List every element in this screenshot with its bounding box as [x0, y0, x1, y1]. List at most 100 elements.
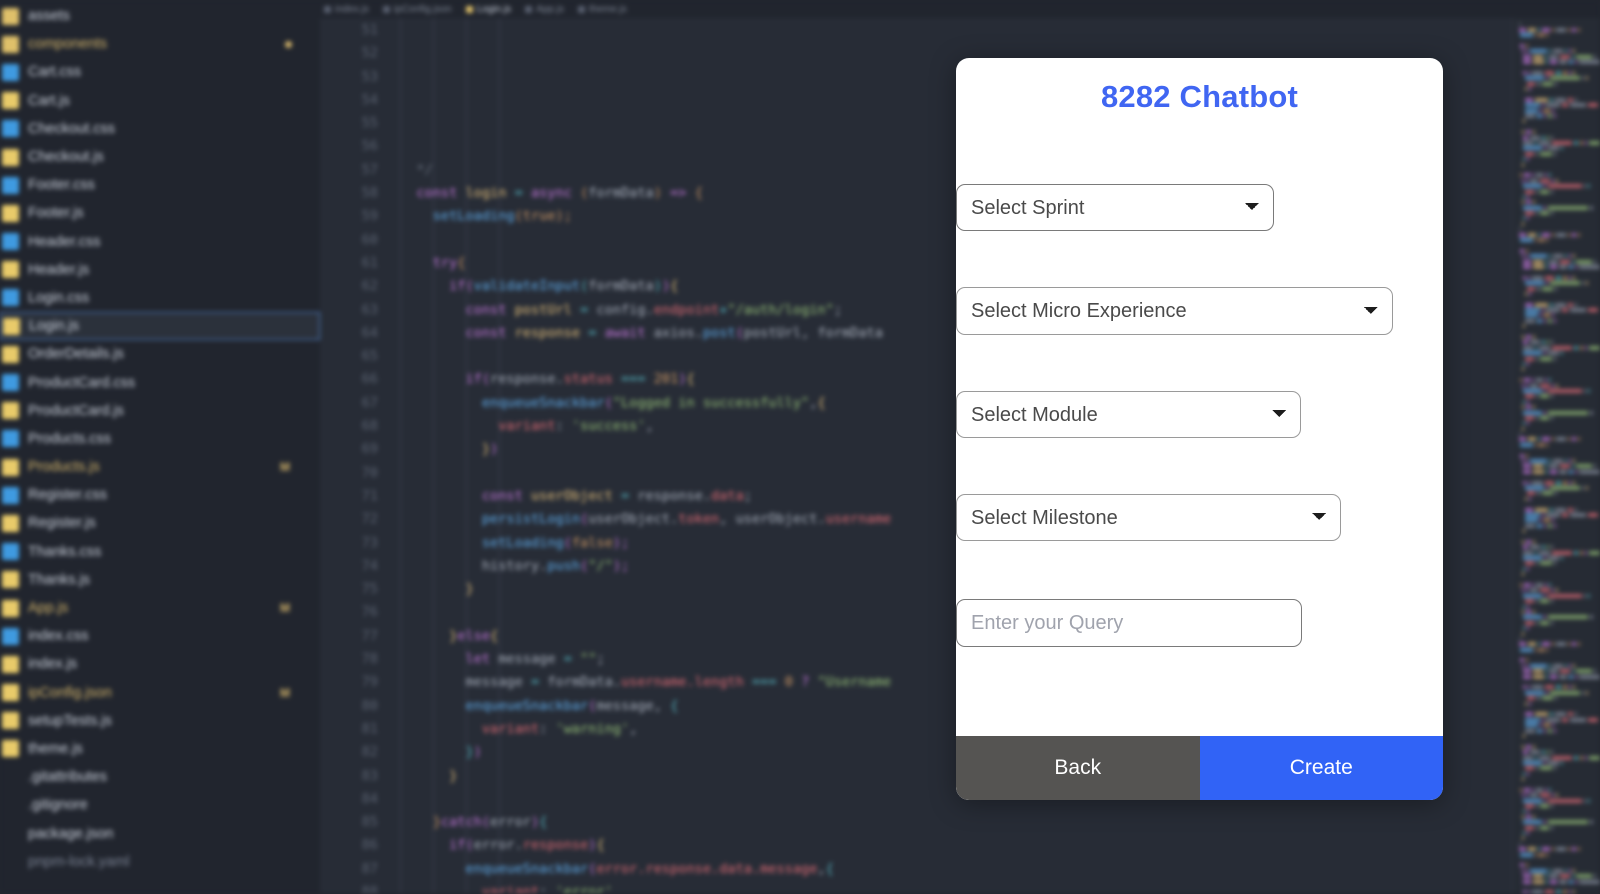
explorer-item[interactable]: theme.js [0, 735, 320, 763]
explorer-item[interactable]: Thanks.js [0, 566, 320, 594]
minimap-segment [1570, 512, 1587, 517]
explorer-item[interactable]: ProductCard.css [0, 368, 320, 396]
minimap-segment [1589, 755, 1600, 760]
explorer-item-label: Login.js [29, 318, 79, 335]
code-token: 0 [784, 674, 802, 691]
explorer-item[interactable]: Header.css [0, 228, 320, 256]
create-button[interactable]: Create [1199, 736, 1443, 800]
minimap-segment [1523, 184, 1543, 189]
file-explorer-sidebar[interactable]: assets components Cart.css Cart.js Checkout.… [0, 0, 320, 894]
editor-minimap[interactable] [1512, 18, 1600, 894]
minimap-segment [1550, 674, 1558, 679]
minimap-line [1518, 841, 1600, 846]
explorer-item[interactable]: Products.css [0, 425, 320, 453]
editor-tab[interactable]: theme.js [577, 3, 627, 15]
minimap-segment [1559, 264, 1567, 269]
minimap-line [1525, 318, 1600, 323]
minimap-segment [1551, 588, 1554, 593]
code-token: , userObject. [719, 511, 826, 528]
js-file-icon [2, 712, 19, 730]
editor-tab[interactable]: App.js [525, 4, 564, 15]
select-sprint[interactable]: Select Sprint [956, 184, 1274, 231]
explorer-item[interactable]: OrderDetails.js [0, 340, 320, 368]
explorer-item[interactable]: assets [0, 2, 320, 30]
minimap-line [1525, 313, 1600, 318]
code-token: ); [612, 557, 630, 574]
select-milestone[interactable]: Select Milestone [956, 494, 1341, 541]
explorer-item-label: App.js [28, 600, 69, 617]
minimap-segment [1589, 550, 1600, 555]
editor-tab[interactable]: ipConfig.json [382, 4, 452, 15]
minimap-segment [1521, 663, 1525, 668]
explorer-item[interactable]: index.css [0, 622, 320, 650]
minimap-segment [1534, 97, 1549, 102]
explorer-item[interactable]: index.js [0, 650, 320, 678]
minimap-segment [1572, 70, 1575, 75]
explorer-item[interactable]: Footer.js [0, 199, 320, 227]
minimap-segment [1575, 879, 1578, 884]
minimap-segment [1562, 275, 1567, 280]
editor-tab[interactable]: index.js [324, 4, 369, 15]
css-file-icon [2, 63, 19, 81]
explorer-item[interactable]: ipConfig.json M [0, 679, 320, 707]
minimap-segment [1525, 814, 1531, 819]
minimap-segment [1525, 313, 1538, 318]
minimap-segment [1525, 130, 1531, 135]
explorer-item[interactable]: Cart.js [0, 87, 320, 115]
explorer-item[interactable]: components [0, 30, 320, 58]
explorer-item[interactable]: Checkout.js [0, 143, 320, 171]
explorer-item[interactable]: ProductCard.js [0, 397, 320, 425]
minimap-segment [1523, 135, 1529, 140]
explorer-item[interactable]: Register.css [0, 481, 320, 509]
minimap-segment [1583, 798, 1586, 803]
explorer-item[interactable]: Login.css [0, 284, 320, 312]
minimap-segment [1523, 469, 1531, 474]
explorer-item[interactable]: App.js M [0, 594, 320, 622]
minimap-line [1523, 54, 1600, 59]
minimap-segment [1539, 313, 1542, 318]
explorer-item[interactable]: Cart.css [0, 58, 320, 86]
explorer-item[interactable]: Register.js [0, 509, 320, 537]
editor-tab-bar[interactable]: index.js ipConfig.json Login.js App.js theme… [320, 0, 1600, 18]
minimap-segment [1528, 847, 1536, 852]
minimap-segment [1575, 712, 1577, 717]
code-token: ( [465, 278, 474, 295]
minimap-line [1521, 539, 1600, 544]
minimap-line [1525, 717, 1600, 722]
explorer-item[interactable]: package.json [0, 819, 320, 847]
explorer-item[interactable]: .gitignore [0, 791, 320, 819]
explorer-item[interactable]: .gitattributes [0, 763, 320, 791]
minimap-segment [1527, 362, 1530, 366]
explorer-item[interactable]: Login.js [0, 312, 320, 341]
explorer-item[interactable]: Products.js M [0, 453, 320, 481]
minimap-segment [1529, 87, 1531, 92]
modified-badge: M [280, 685, 290, 700]
select-module[interactable]: Select Module [956, 391, 1301, 438]
editor-tab-label: theme.js [588, 3, 627, 15]
back-button[interactable]: Back [956, 736, 1200, 800]
minimap-line [1525, 723, 1600, 728]
minimap-segment [1550, 507, 1553, 512]
minimap-segment [1536, 173, 1543, 178]
explorer-item[interactable]: Thanks.css [0, 538, 320, 566]
minimap-segment [1568, 60, 1574, 65]
minimap-segment [1526, 491, 1536, 496]
minimap-segment [1575, 674, 1578, 679]
editor-tab-label: index.js [335, 3, 369, 15]
minimap-segment [1525, 723, 1538, 728]
minimap-segment [1539, 345, 1551, 350]
minimap-segment [1532, 259, 1543, 264]
query-input[interactable] [956, 599, 1302, 647]
editor-tab[interactable]: Login.js [465, 4, 511, 15]
minimap-segment [1544, 464, 1548, 469]
explorer-item[interactable]: setupTests.js [0, 707, 320, 735]
select-micro-experience[interactable]: Select Micro Experience [956, 287, 1393, 335]
line-number: 54 [361, 91, 378, 108]
minimap-segment [1535, 356, 1539, 361]
explorer-item[interactable]: Footer.css [0, 171, 320, 199]
explorer-item[interactable]: Checkout.css [0, 115, 320, 143]
explorer-item[interactable]: Header.js [0, 256, 320, 284]
minimap-segment [1520, 647, 1533, 652]
minimap-segment [1564, 459, 1567, 464]
explorer-item[interactable]: pnpm-lock.yaml [0, 848, 320, 876]
